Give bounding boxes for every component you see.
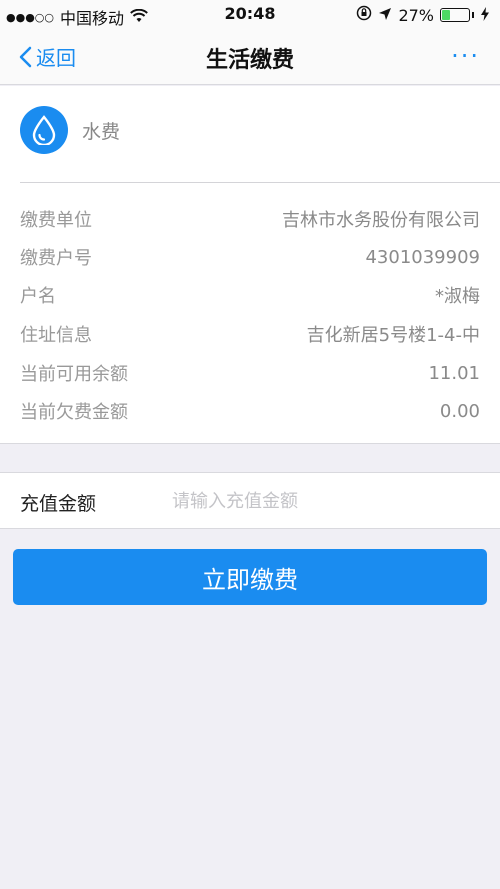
- info-label: 当前可用余额: [20, 364, 128, 385]
- status-right: 27%: [356, 5, 490, 25]
- info-row-account-name: 户名 *淑梅: [20, 276, 480, 314]
- recharge-amount-input[interactable]: [172, 485, 472, 517]
- info-value: 4301039909: [365, 246, 480, 268]
- info-label: 住址信息: [20, 325, 92, 346]
- info-value: 吉林市水务股份有限公司: [282, 210, 480, 231]
- info-value: 11.01: [428, 362, 480, 384]
- location-arrow-icon: [378, 6, 392, 25]
- battery-fill: [442, 10, 450, 20]
- info-value: *淑梅: [435, 286, 480, 307]
- battery-icon: [440, 8, 470, 22]
- info-row-balance: 当前可用余额 11.01: [20, 354, 480, 392]
- more-options-button[interactable]: ···: [451, 42, 480, 70]
- nav-bar: 返回 生活缴费 ···: [0, 30, 500, 85]
- page-title: 生活缴费: [205, 48, 294, 73]
- rotation-lock-icon: [356, 5, 372, 25]
- more-dots-icon: ···: [451, 42, 480, 70]
- pay-now-button[interactable]: 立即缴费: [13, 549, 487, 605]
- info-row-account-number: 缴费户号 4301039909: [20, 238, 480, 276]
- info-label: 缴费户号: [20, 248, 92, 269]
- info-row-payee: 缴费单位 吉林市水务股份有限公司: [20, 200, 480, 238]
- info-value: 0.00: [439, 400, 480, 422]
- bill-type-label: 水费: [82, 120, 121, 143]
- info-row-arrears: 当前欠费金额 0.00: [20, 392, 480, 430]
- status-bar: ●●●○○ 中国移动 20:48 27%: [0, 0, 500, 30]
- water-drop-icon: [20, 106, 68, 154]
- bill-info-card: 水费 缴费单位 吉林市水务股份有限公司 缴费户号 4301039909 户名 *…: [0, 86, 500, 444]
- recharge-amount-row: 充值金额: [0, 472, 500, 529]
- battery-tip: [472, 12, 474, 18]
- bill-header: 水费: [20, 106, 120, 154]
- info-row-address: 住址信息 吉化新居5号楼1-4-中: [20, 315, 480, 353]
- info-label: 缴费单位: [20, 210, 92, 231]
- info-label: 当前欠费金额: [20, 402, 128, 423]
- recharge-amount-label: 充值金额: [20, 493, 97, 515]
- battery-percent: 27%: [398, 5, 434, 25]
- info-label: 户名: [20, 286, 56, 307]
- charging-bolt-icon: [480, 6, 490, 25]
- info-value: 吉化新居5号楼1-4-中: [306, 325, 480, 346]
- divider: [20, 182, 500, 183]
